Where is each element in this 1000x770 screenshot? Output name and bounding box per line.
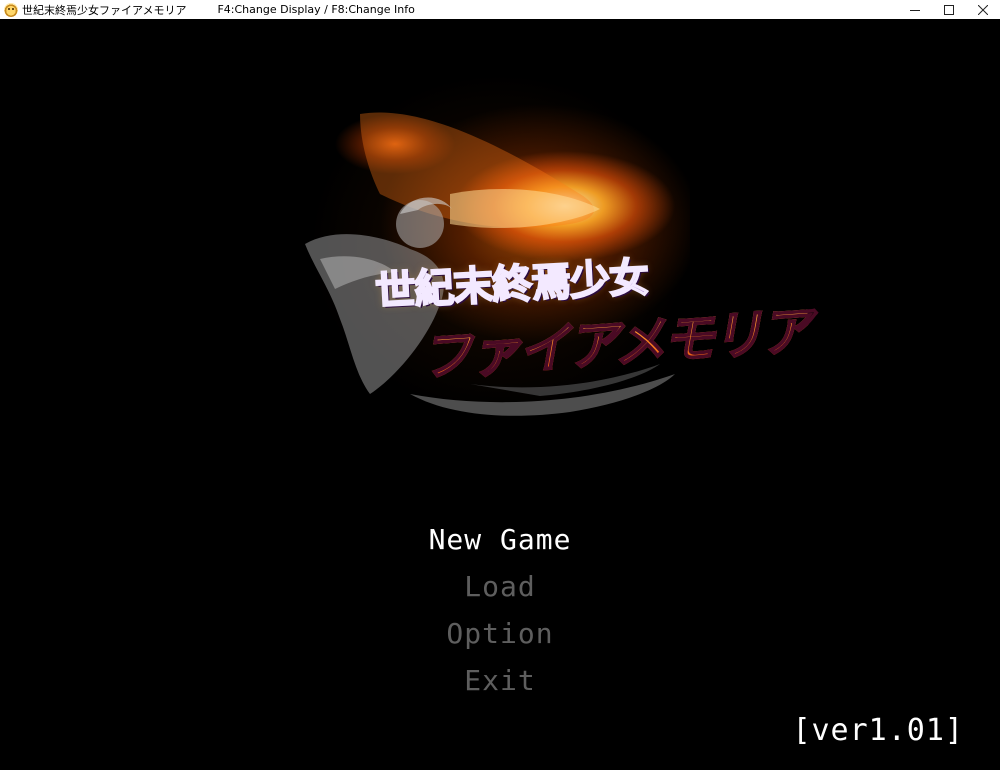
app-icon bbox=[4, 2, 18, 17]
title-bar[interactable]: 世紀末終焉少女ファイアメモリア F4:Change Display / F8:C… bbox=[0, 0, 1000, 19]
menu-load[interactable]: Load bbox=[464, 563, 535, 610]
menu-new-game[interactable]: New Game bbox=[429, 516, 572, 563]
maximize-button[interactable] bbox=[932, 0, 966, 19]
menu-option[interactable]: Option bbox=[446, 610, 553, 657]
version-label: [ver1.01] bbox=[792, 713, 964, 748]
minimize-icon bbox=[910, 9, 920, 11]
title-menu: New Game Load Option Exit bbox=[0, 516, 1000, 704]
game-screen[interactable]: 世紀末終焉少女 ファイアメモリア New Game Load Option Ex… bbox=[0, 19, 1000, 770]
game-window: 世紀末終焉少女ファイアメモリア F4:Change Display / F8:C… bbox=[0, 0, 1000, 770]
maximize-icon bbox=[944, 4, 954, 15]
window-title: 世紀末終焉少女ファイアメモリア bbox=[22, 3, 187, 17]
minimize-button[interactable] bbox=[898, 0, 932, 19]
menu-exit[interactable]: Exit bbox=[464, 657, 535, 704]
key-hint: F4:Change Display / F8:Change Info bbox=[217, 3, 415, 16]
close-icon bbox=[978, 4, 988, 15]
game-logo: 世紀末終焉少女 ファイアメモリア bbox=[300, 74, 812, 424]
close-button[interactable] bbox=[966, 0, 1000, 19]
window-controls bbox=[898, 0, 1000, 19]
